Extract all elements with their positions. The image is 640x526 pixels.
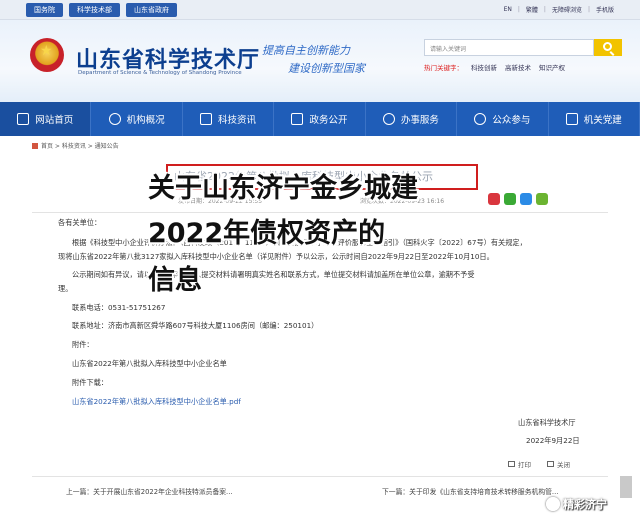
qq-icon[interactable] <box>520 193 532 205</box>
nav-label: 公众参与 <box>492 115 531 126</box>
qzone-icon[interactable] <box>536 193 548 205</box>
top-right-links: EN | 繁體 | 无障碍浏览 | 手机版 <box>504 5 614 14</box>
nav-item-services[interactable]: 办事服务 <box>366 102 458 136</box>
contact-address: 联系地址：济南市高新区舜华路607号科技大厦1106房间（邮编：250101） <box>72 321 319 330</box>
article-salutation: 各有关单位： <box>58 218 102 227</box>
hot-keyword[interactable]: 高新技术 <box>505 62 531 72</box>
overlay-caption-line-1: 关于山东济宁金乡城建 <box>148 173 418 204</box>
download-label: 附件下载： <box>72 378 108 387</box>
nav-label: 机关党建 <box>583 115 622 126</box>
contact-phone: 联系电话：0531-51751267 <box>72 303 166 312</box>
close-label: 关闭 <box>557 461 570 469</box>
nav-label: 科技资讯 <box>218 115 257 126</box>
print-label: 打印 <box>518 461 531 469</box>
signature: 山东省科学技术厅 <box>518 418 576 427</box>
slogan-line-2: 建设创新型国家 <box>288 62 365 75</box>
attachment-name: 山东省2022年第八批拟入库科技型中小企业名单 <box>72 359 227 368</box>
signature-date: 2022年9月22日 <box>526 436 580 445</box>
attachment-download-link[interactable]: 山东省2022年第八批拟入库科技型中小企业名单.pdf <box>72 397 241 407</box>
lang-en-link[interactable]: EN <box>504 6 512 13</box>
watermark-logo-icon <box>546 497 560 511</box>
back-to-top-button[interactable] <box>620 476 632 498</box>
watermark-text: 精彩济宁 <box>563 498 607 511</box>
traditional-link[interactable]: 繁體 <box>526 5 538 14</box>
search-input[interactable]: 请输入关键词 <box>424 39 594 56</box>
hot-keyword[interactable]: 科技创新 <box>471 62 497 72</box>
star-icon: ★ <box>40 43 53 59</box>
nav-label: 政务公开 <box>309 115 348 126</box>
close-icon <box>547 461 554 467</box>
print-button[interactable]: 打印 <box>508 459 531 469</box>
search-icon <box>603 42 612 51</box>
hot-keywords-label: 热门关键字： <box>424 64 463 72</box>
search-button[interactable] <box>594 39 622 56</box>
share-buttons <box>488 193 548 205</box>
site-header: ★ 山东省科学技术厅 Department of Science & Techn… <box>0 20 640 102</box>
top-utility-bar: 国务院 科学技术部 山东省政府 EN | 繁體 | 无障碍浏览 | 手机版 <box>0 0 640 20</box>
nav-item-government-affairs[interactable]: 政务公开 <box>274 102 366 136</box>
hot-keywords: 热门关键字： 科技创新 高新技术 知识产权 <box>424 62 565 72</box>
prev-article-link[interactable]: 上一篇：关于开展山东省2022年企业科技特派员备案... <box>66 486 233 496</box>
nav-label: 网站首页 <box>35 115 74 126</box>
slogan-line-1: 提高自主创新能力 <box>262 44 350 57</box>
top-link-province[interactable]: 山东省政府 <box>126 3 177 17</box>
weibo-icon[interactable] <box>488 193 500 205</box>
overlay-caption-line-2: 2022年债权资产的 <box>148 218 386 249</box>
attachment-label: 附件： <box>72 340 94 349</box>
nav-item-organization[interactable]: 机构概况 <box>91 102 183 136</box>
divider <box>32 476 608 477</box>
next-article-link[interactable]: 下一篇：关于印发《山东省支持培育技术转移服务机构管... <box>382 486 558 496</box>
watermark: 精彩济宁 <box>546 496 607 512</box>
hot-keyword[interactable]: 知识产权 <box>539 62 565 72</box>
article-paragraph: 现将山东省2022年第八批3127家拟入库科技型中小企业名单（详见附件）予以公示… <box>58 252 494 261</box>
mobile-link[interactable]: 手机版 <box>596 5 614 14</box>
building-icon <box>108 113 121 125</box>
top-link-most[interactable]: 科学技术部 <box>69 3 120 17</box>
separator: | <box>587 6 590 13</box>
layers-icon <box>291 113 304 125</box>
top-link-state-council[interactable]: 国务院 <box>26 3 63 17</box>
top-links: 国务院 科学技术部 山东省政府 <box>26 3 177 17</box>
news-icon <box>200 113 213 125</box>
article-paragraph: 公示期间如有异议，请以书面材料，个人提交材料请署明真实姓名和联系方式，单位提交材… <box>72 270 475 279</box>
nav-label: 办事服务 <box>400 115 439 126</box>
home-icon <box>17 113 30 125</box>
separator: | <box>517 6 520 13</box>
breadcrumb: 首页 > 科技资讯 > 通知公告 <box>32 141 119 150</box>
article-tools: 打印 关闭 <box>508 459 570 469</box>
overlay-caption-line-3: 信息 <box>148 265 202 296</box>
close-button[interactable]: 关闭 <box>547 459 570 469</box>
nav-label: 机构概况 <box>126 115 165 126</box>
print-icon <box>508 461 515 467</box>
party-icon <box>565 113 578 125</box>
wechat-icon[interactable] <box>504 193 516 205</box>
nav-item-home[interactable]: 网站首页 <box>0 102 92 136</box>
article-paragraph: 理。 <box>58 284 73 293</box>
home-icon <box>32 142 38 149</box>
people-icon <box>474 113 487 125</box>
breadcrumb-text[interactable]: 首页 > 科技资讯 > 通知公告 <box>41 141 119 150</box>
nav-item-participation[interactable]: 公众参与 <box>457 102 549 136</box>
main-nav: 网站首页 机构概况 科技资讯 政务公开 办事服务 公众参与 机关党建 <box>0 102 640 136</box>
person-icon <box>382 113 395 125</box>
accessibility-link[interactable]: 无障碍浏览 <box>552 5 582 14</box>
nav-item-party[interactable]: 机关党建 <box>549 102 640 136</box>
separator: | <box>543 6 546 13</box>
site-subtitle: Department of Science & Technology of Sh… <box>78 70 242 76</box>
nav-item-news[interactable]: 科技资讯 <box>183 102 275 136</box>
